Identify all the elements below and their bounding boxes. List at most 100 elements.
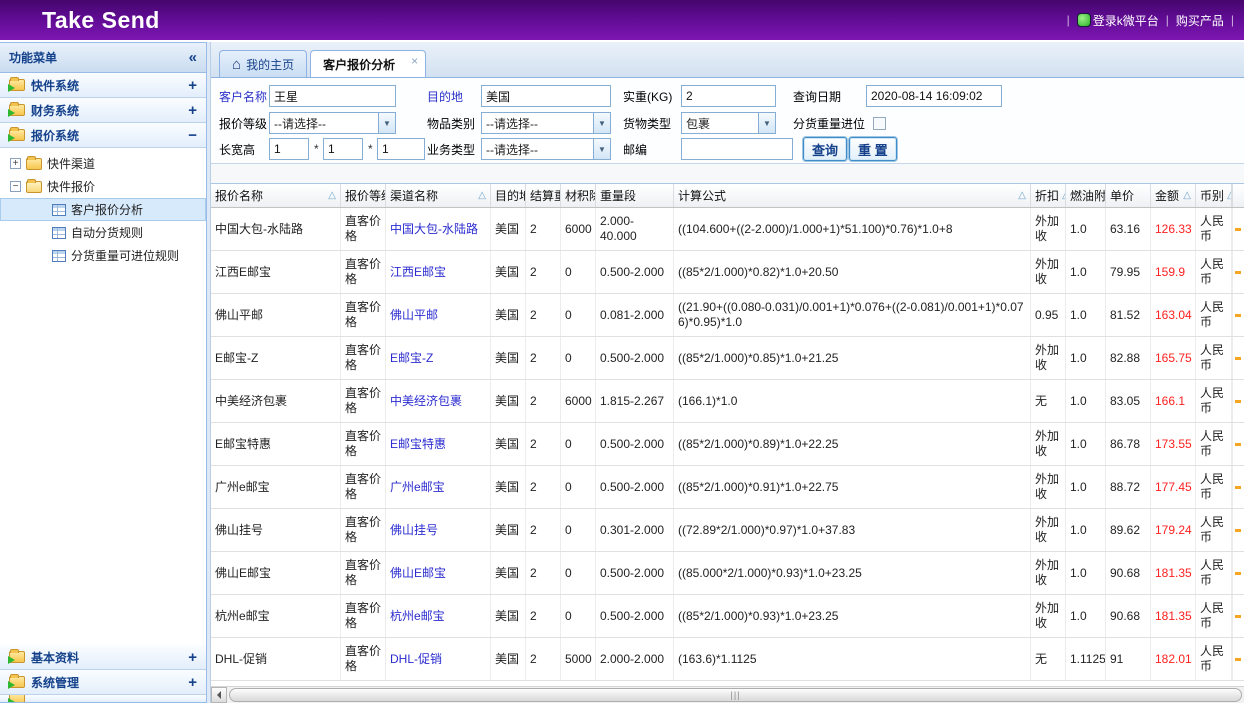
table-row[interactable]: 江西E邮宝直客价格江西E邮宝美国200.500-2.000((85*2/1.00… [211, 251, 1244, 294]
cell-amount: 159.9 [1151, 251, 1196, 293]
cell-currency: 人民币 [1196, 423, 1232, 465]
tree-leaf-weight-carry-rules[interactable]: 分货重量可进位规则 [0, 244, 206, 267]
column-label: 币别 [1200, 187, 1224, 204]
scroll-left-button[interactable] [211, 687, 227, 703]
sidebar-group-partial[interactable] [0, 695, 206, 702]
expand-plus-icon[interactable]: + [188, 675, 197, 690]
search-button[interactable]: 查询 [803, 137, 847, 161]
panel-gap [211, 164, 1244, 184]
width-input[interactable] [323, 138, 363, 160]
table-row[interactable]: E邮宝-Z直客价格E邮宝-Z美国200.500-2.000((85*2/1.00… [211, 337, 1244, 380]
sidebar-group-quote-system[interactable]: 报价系统 − [0, 123, 206, 148]
login-kwei-link[interactable]: 登录k微平台 [1077, 12, 1159, 29]
table-row[interactable]: E邮宝特惠直客价格E邮宝特惠美国200.500-2.000((85*2/1.00… [211, 423, 1244, 466]
cell-amount: 165.75 [1151, 337, 1196, 379]
cell-channel[interactable]: E邮宝-Z [386, 337, 491, 379]
cell-channel[interactable]: 广州e邮宝 [386, 466, 491, 508]
sidebar-group-system-management[interactable]: 系统管理 + [0, 670, 206, 695]
quote-level-select[interactable]: --请选择-- ▼ [269, 112, 396, 134]
column-header-discount[interactable]: 折扣△ [1031, 184, 1066, 207]
scrollbar-thumb[interactable]: ||| [229, 688, 1242, 702]
cell-volume: 5000 [561, 638, 596, 680]
table-row[interactable]: 佛山平邮直客价格佛山平邮美国200.081-2.000((21.90+((0.0… [211, 294, 1244, 337]
expand-plus-icon[interactable]: + [188, 78, 197, 93]
tab-home[interactable]: ⌂ 我的主页 [219, 50, 307, 77]
cell-currency: 人民币 [1196, 466, 1232, 508]
cell-range: 0.500-2.000 [596, 466, 674, 508]
cell-volume: 6000 [561, 380, 596, 422]
chevron-down-icon[interactable]: ▼ [758, 113, 775, 133]
column-header-volume[interactable]: 材积除△ [561, 184, 596, 207]
tree-leaf-customer-quote-analysis[interactable]: 客户报价分析 [0, 198, 206, 221]
destination-input[interactable] [481, 85, 611, 107]
table-row[interactable]: 中美经济包裹直客价格中美经济包裹美国260001.815-2.267(166.1… [211, 380, 1244, 423]
column-header-range[interactable]: 重量段 [596, 184, 674, 207]
cell-channel[interactable]: 江西E邮宝 [386, 251, 491, 293]
table-row[interactable]: 佛山挂号直客价格佛山挂号美国200.301-2.000((72.89*2/1.0… [211, 509, 1244, 552]
column-header-currency[interactable]: 币别△ [1196, 184, 1232, 207]
chevron-down-icon[interactable]: ▼ [378, 113, 395, 133]
length-input[interactable] [269, 138, 309, 160]
tree-node-express-channels[interactable]: + 快件渠道 [0, 152, 206, 175]
table-row[interactable]: 佛山E邮宝直客价格佛山E邮宝美国200.500-2.000((85.000*2/… [211, 552, 1244, 595]
chevron-down-icon[interactable]: ▼ [593, 113, 610, 133]
cell-channel[interactable]: 中美经济包裹 [386, 380, 491, 422]
sidebar-group-finance-system[interactable]: 财务系统 + [0, 98, 206, 123]
tab-customer-quote-analysis[interactable]: 客户报价分析 × [310, 50, 426, 77]
cell-channel[interactable]: 中国大包-水陆路 [386, 208, 491, 250]
weight-input[interactable] [681, 85, 776, 107]
column-header-name[interactable]: 报价名称△ [211, 184, 341, 207]
postcode-input[interactable] [681, 138, 793, 160]
tree-leaf-auto-sorting-rules[interactable]: 自动分货规则 [0, 221, 206, 244]
column-header-dest[interactable]: 目的地△ [491, 184, 526, 207]
business-type-select[interactable]: --请选择-- ▼ [481, 138, 611, 160]
dimensions-label: 长宽高 [219, 141, 255, 158]
chevron-down-icon[interactable]: ▼ [593, 139, 610, 159]
cell-channel[interactable]: E邮宝特惠 [386, 423, 491, 465]
sort-icon[interactable]: △ [1183, 190, 1191, 201]
column-header-unit[interactable]: 单价 [1106, 184, 1151, 207]
weight-carry-checkbox[interactable] [873, 117, 886, 130]
reset-button[interactable]: 重 置 [849, 137, 897, 161]
column-header-amount[interactable]: 金额△ [1151, 184, 1196, 207]
close-icon[interactable]: × [411, 54, 418, 68]
cell-unit: 90.68 [1106, 595, 1151, 637]
tree-node-express-quotes[interactable]: − 快件报价 [0, 175, 206, 198]
cell-dest: 美国 [491, 251, 526, 293]
cell-channel[interactable]: DHL-促销 [386, 638, 491, 680]
sidebar-group-basic-data[interactable]: 基本资料 + [0, 645, 206, 670]
column-header-level[interactable]: 报价等级△ [341, 184, 386, 207]
cell-channel[interactable]: 佛山平邮 [386, 294, 491, 336]
sort-icon[interactable]: △ [1018, 190, 1026, 201]
column-header-settle[interactable]: 结算重△ [526, 184, 561, 207]
table-row[interactable]: 杭州e邮宝直客价格杭州e邮宝美国200.500-2.000((85*2/1.00… [211, 595, 1244, 638]
item-category-select[interactable]: --请选择-- ▼ [481, 112, 611, 134]
cargo-type-select[interactable]: 包裹 ▼ [681, 112, 776, 134]
cell-channel[interactable]: 杭州e邮宝 [386, 595, 491, 637]
collapse-minus-icon[interactable]: − [188, 128, 197, 143]
cell-channel[interactable]: 佛山挂号 [386, 509, 491, 551]
height-input[interactable] [377, 138, 425, 160]
sort-icon[interactable]: △ [328, 190, 336, 201]
customer-name-input[interactable] [269, 85, 396, 107]
table-row[interactable]: 广州e邮宝直客价格广州e邮宝美国200.500-2.000((85*2/1.00… [211, 466, 1244, 509]
query-date-input[interactable] [866, 85, 1002, 107]
sidebar-group-label: 报价系统 [31, 127, 182, 144]
cell-unit: 79.95 [1106, 251, 1151, 293]
buy-product-link[interactable]: 购买产品 [1176, 12, 1224, 29]
sort-icon[interactable]: △ [478, 190, 486, 201]
collapse-sidebar-icon[interactable]: « [189, 50, 197, 65]
cell-channel[interactable]: 佛山E邮宝 [386, 552, 491, 594]
column-header-channel[interactable]: 渠道名称△ [386, 184, 491, 207]
table-row[interactable]: 中国大包-水陆路直客价格中国大包-水陆路美国260002.000-40.000(… [211, 208, 1244, 251]
column-header-fuel[interactable]: 燃油附加△ [1066, 184, 1106, 207]
expand-plus-icon[interactable]: + [188, 650, 197, 665]
table-row[interactable]: DHL-促销直客价格DHL-促销美国250002.000-2.000(163.6… [211, 638, 1244, 681]
cell-fuel: 1.0 [1066, 294, 1106, 336]
expand-plus-icon[interactable]: + [188, 103, 197, 118]
tree-expander-icon[interactable]: + [10, 158, 21, 169]
horizontal-scrollbar[interactable]: ||| [211, 686, 1244, 703]
column-header-formula[interactable]: 计算公式△ [674, 184, 1031, 207]
sidebar-group-express-system[interactable]: 快件系统 + [0, 73, 206, 98]
tree-expander-icon[interactable]: − [10, 181, 21, 192]
